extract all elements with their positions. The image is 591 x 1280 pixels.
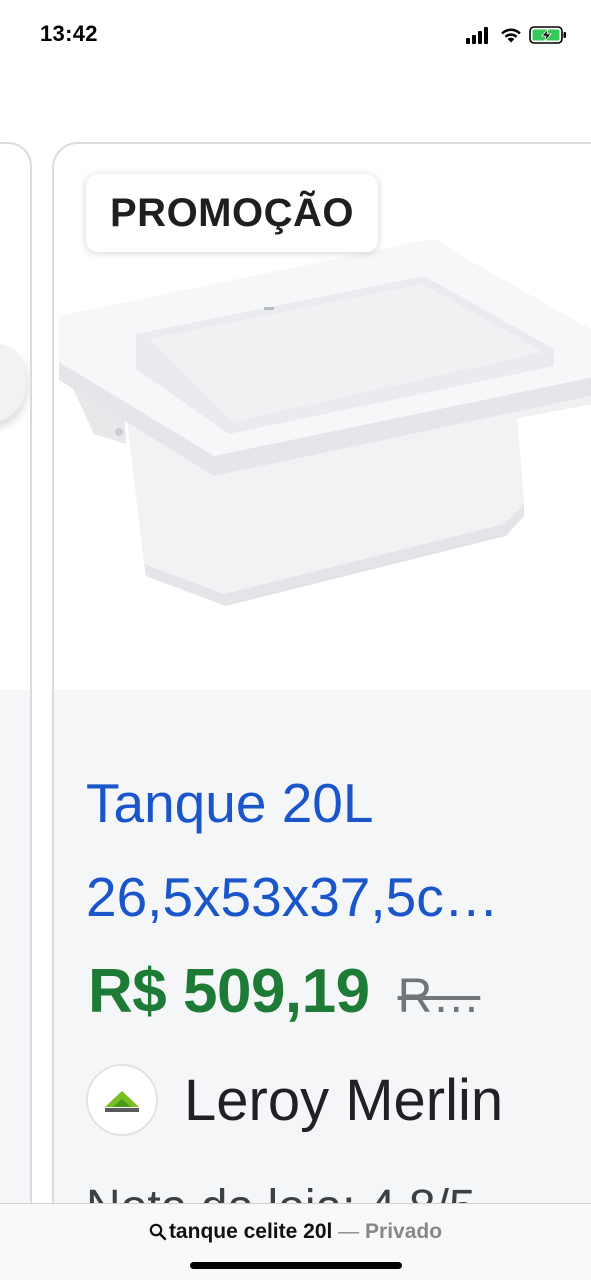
current-price: R$ 509,19 <box>88 957 370 1026</box>
promotion-badge-label: PROMOÇÃO <box>110 190 354 235</box>
merchant-name: Leroy Merlin <box>184 1067 504 1133</box>
battery-charging-icon <box>529 26 566 44</box>
merchant-row[interactable]: Leroy Merlin <box>86 1064 503 1136</box>
merchant-logo <box>86 1064 158 1136</box>
address-bar[interactable]: tanque celite 20l — Privado <box>0 1203 591 1280</box>
status-time: 13:42 <box>40 21 98 46</box>
search-icon <box>149 1223 167 1241</box>
product-title-line1: Tanque 20L <box>86 772 374 834</box>
home-indicator[interactable] <box>190 1262 402 1269</box>
search-query: tanque celite 20l <box>168 1220 333 1243</box>
cellular-signal-icon <box>466 26 492 44</box>
status-bar: 13:42 <box>0 0 591 70</box>
url-separator: — <box>332 1220 366 1243</box>
private-mode-label: Privado <box>365 1220 443 1243</box>
price-row: R$ 509,19 R… <box>88 956 480 1027</box>
leroy-merlin-logo-icon <box>105 1091 139 1112</box>
product-card[interactable]: PROMOÇÃO Tanque 20L 26,5x53x37,5c… R$ 50… <box>52 142 591 1280</box>
original-price: R… <box>397 970 481 1023</box>
product-title-line2: 26,5x53x37,5c… <box>86 866 499 928</box>
previous-product-card[interactable] <box>0 142 32 1280</box>
product-image[interactable]: PROMOÇÃO <box>54 144 591 690</box>
search-url[interactable]: tanque celite 20l — Privado <box>0 1220 591 1244</box>
browser-page: 13:42 PROMOÇÃO Tanque 20L 26,5x53x37,5c…… <box>0 0 591 1280</box>
promotion-badge: PROMOÇÃO <box>86 174 378 252</box>
previous-product-image <box>0 144 30 690</box>
product-title-link[interactable]: Tanque 20L 26,5x53x37,5c… <box>86 756 586 944</box>
wifi-icon <box>501 28 521 43</box>
